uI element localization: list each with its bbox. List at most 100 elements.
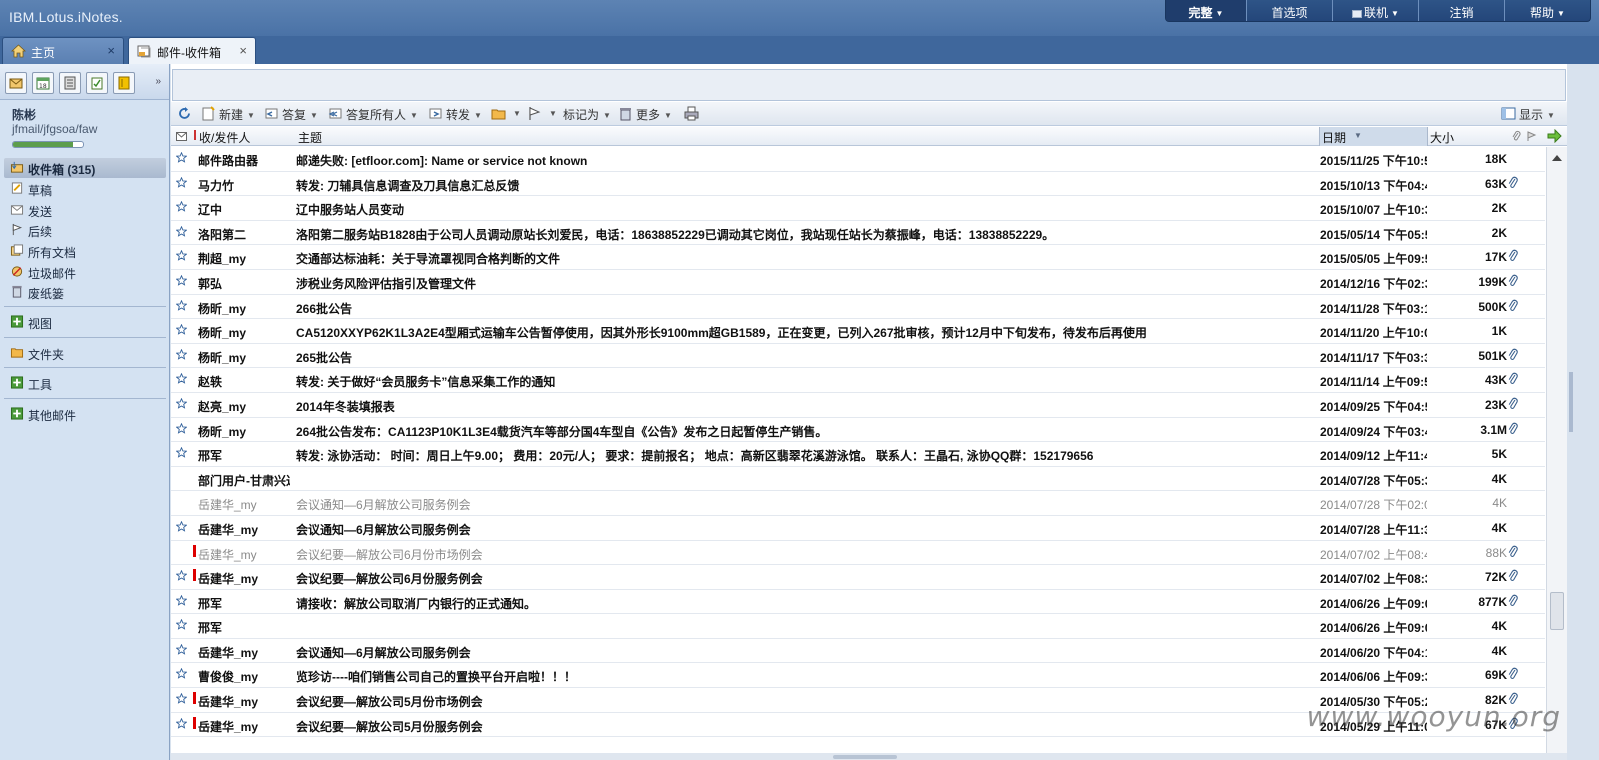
message-row[interactable]: 岳建华_my 会议通知—6月解放公司服务例会 2014/07/28 下午02:0 4K: [171, 491, 1545, 516]
nav-item[interactable]: 其他邮件: [4, 404, 166, 424]
nav-item[interactable]: 草稿: [4, 179, 166, 199]
todo-launcher-button[interactable]: [86, 72, 108, 94]
reply-button[interactable]: 答复 ▼: [264, 106, 318, 124]
reply-all-button[interactable]: 答复所有人 ▼: [328, 106, 418, 124]
message-row[interactable]: 赵亮_my 2014年冬装填报表 2014/09/25 下午04:5 23K: [171, 393, 1545, 418]
nav-item[interactable]: 所有文档: [4, 241, 166, 261]
refresh-list-arrow-icon[interactable]: [1547, 129, 1562, 143]
topnav-item[interactable]: 联机 ▼: [1332, 0, 1418, 21]
nav-item[interactable]: 收件箱 (315): [4, 158, 166, 178]
topnav-item[interactable]: 完整 ▼: [1166, 0, 1246, 21]
star-icon[interactable]: [176, 422, 187, 434]
tab-inbox[interactable]: 邮件-收件箱 ×: [128, 37, 256, 64]
more-button[interactable]: 更多 ▼: [618, 106, 672, 124]
star-icon[interactable]: [176, 324, 187, 335]
chevron-down-icon[interactable]: ▼: [247, 111, 255, 120]
star-icon[interactable]: [176, 201, 187, 212]
message-row[interactable]: 邢军 2014/06/26 上午09:0 4K: [171, 614, 1545, 639]
contacts-launcher-button[interactable]: [59, 72, 81, 94]
vertical-scrollbar[interactable]: [1546, 147, 1567, 753]
chevron-down-icon[interactable]: ▼: [474, 111, 482, 120]
message-row[interactable]: 杨昕_my CA5120XXYP62K1L3A2E4型厢式运输车公告暂停使用，因其…: [171, 319, 1545, 344]
message-row[interactable]: 洛阳第二 洛阳第二服务站B1828由于公司人员调动原站长刘爱民，电话：186388…: [171, 221, 1545, 246]
scroll-up-arrow-icon[interactable]: [1552, 155, 1562, 161]
mail-launcher-button[interactable]: [5, 72, 27, 94]
column-header-size-cell[interactable]: 大小: [1427, 127, 1543, 146]
star-icon[interactable]: [176, 693, 187, 704]
message-row[interactable]: 曹俊俊_my 览珍访----咱们销售公司自己的置换平台开启啦！！！ 2014/06/…: [171, 663, 1545, 689]
message-sender: 郭弘: [198, 276, 223, 291]
tab-home[interactable]: 主页 ×: [2, 37, 124, 64]
message-row[interactable]: 邮件路由器 邮递失败: [etfloor.com]: Name or servic…: [171, 147, 1545, 172]
star-icon[interactable]: [176, 348, 187, 360]
notebook-launcher-button[interactable]: [113, 72, 135, 94]
nav-item[interactable]: 发送: [4, 200, 166, 220]
chevron-down-icon[interactable]: ▼: [603, 111, 611, 120]
star-icon[interactable]: [176, 447, 187, 458]
calendar-launcher-button[interactable]: 18: [32, 72, 54, 94]
close-icon[interactable]: ×: [239, 43, 247, 58]
topnav-item[interactable]: 注销: [1418, 0, 1504, 21]
scrollbar-thumb[interactable]: [1550, 592, 1564, 630]
close-icon[interactable]: ×: [107, 43, 115, 58]
move-to-folder-button[interactable]: ▼: [491, 106, 521, 124]
resize-grip[interactable]: [1569, 372, 1573, 432]
display-button[interactable]: 显示 ▼: [1501, 106, 1555, 124]
nav-item[interactable]: 工具: [4, 373, 166, 393]
star-icon[interactable]: [176, 274, 187, 286]
message-row[interactable]: 杨昕_my 266批公告 2014/11/28 下午03:1 500K: [171, 295, 1545, 320]
mark-as-button[interactable]: 标记为 ▼: [563, 106, 611, 124]
message-row[interactable]: 郭弘 涉税业务风险评估指引及管理文件 2014/12/16 下午02:3 199K: [171, 270, 1545, 295]
message-row[interactable]: 邢军 转发: 泳协活动： 时间：周日上午9.00； 费用：20元/人； 要求：提前…: [171, 442, 1545, 467]
pane-resizer-handle[interactable]: [833, 755, 897, 759]
star-icon[interactable]: [176, 397, 187, 409]
message-row[interactable]: 赵轶 转发: 关于做好“会员服务卡”信息采集工作的通知 2014/11/14 上午0…: [171, 368, 1545, 393]
follow-up-flag-button[interactable]: ▼: [527, 106, 557, 124]
column-header-date-cell[interactable]: 日期 ▼: [1319, 127, 1427, 146]
nav-item[interactable]: 视图: [4, 312, 166, 332]
topnav-item[interactable]: 帮助 ▼: [1504, 0, 1590, 21]
message-row[interactable]: 荆超_my 交通部达标油耗：关于导流罩视同合格判断的文件 2015/05/05 上午…: [171, 245, 1545, 270]
star-icon[interactable]: [176, 570, 187, 581]
chevron-down-icon[interactable]: ▼: [410, 111, 418, 120]
star-icon[interactable]: [176, 373, 187, 385]
nav-item[interactable]: 垃圾邮件: [4, 262, 166, 282]
star-icon[interactable]: [176, 643, 187, 655]
star-icon[interactable]: [176, 225, 187, 237]
star-icon[interactable]: [176, 520, 187, 532]
message-row[interactable]: 杨昕_my 264批公告发布：CA1123P10K1L3E4载货汽车等部分国4车型…: [171, 418, 1545, 443]
forward-button[interactable]: 转发 ▼: [428, 106, 482, 124]
star-icon[interactable]: [176, 619, 187, 631]
chevron-down-icon[interactable]: ▼: [664, 111, 672, 120]
message-row[interactable]: 邢军 请接收：解放公司取消厂内银行的正式通知。 2014/06/26 上午09:0 8…: [171, 590, 1545, 615]
message-row[interactable]: 岳建华_my 会议通知—6月解放公司服务例会 2014/06/20 下午04:1 4K: [171, 639, 1545, 664]
chevron-down-icon[interactable]: »: [155, 76, 161, 87]
message-row[interactable]: 岳建华_my 会议通知—6月解放公司服务例会 2014/07/28 上午11:3 4K: [171, 516, 1545, 541]
chevron-down-icon[interactable]: ▼: [513, 109, 521, 118]
message-row[interactable]: 部门用户-甘肃兴达 2014/07/28 下午05:3 4K: [171, 467, 1545, 492]
star-icon[interactable]: [176, 152, 187, 163]
new-button[interactable]: 新建 ▼: [201, 106, 255, 124]
message-row[interactable]: 辽中 辽中服务站人员变动 2015/10/07 上午10:3 2K: [171, 196, 1545, 221]
nav-item[interactable]: 文件夹: [4, 343, 166, 363]
star-icon[interactable]: [176, 717, 187, 729]
star-icon[interactable]: [176, 668, 187, 680]
message-row[interactable]: 马力竹 转发: 刀辅具信息调查及刀具信息汇总反馈 2015/10/13 下午04:4…: [171, 172, 1545, 197]
message-row[interactable]: 岳建华_my 会议纪要—解放公司6月份市场例会 2014/07/02 上午08:4 8…: [171, 541, 1545, 566]
nav-item[interactable]: 后续: [4, 220, 166, 240]
chevron-down-icon[interactable]: ▼: [1547, 111, 1555, 120]
chevron-down-icon[interactable]: ▼: [549, 109, 557, 118]
star-icon[interactable]: [176, 250, 187, 262]
chevron-down-icon[interactable]: ▼: [310, 111, 318, 120]
nav-item[interactable]: 废纸篓: [4, 282, 166, 302]
print-button[interactable]: [684, 106, 702, 124]
pane-resizer[interactable]: [171, 753, 1567, 760]
column-header-from[interactable]: 收/发件人: [199, 129, 250, 146]
star-icon[interactable]: [176, 176, 187, 188]
message-row[interactable]: 岳建华_my 会议纪要—解放公司6月份服务例会 2014/07/02 上午08:3 7…: [171, 565, 1545, 590]
star-icon[interactable]: [176, 299, 187, 311]
message-row[interactable]: 杨昕_my 265批公告 2014/11/17 下午03:3 501K: [171, 344, 1545, 369]
column-header-subject[interactable]: 主题: [298, 129, 322, 146]
topnav-item[interactable]: 首选项: [1246, 0, 1332, 21]
star-icon[interactable]: [176, 594, 187, 606]
